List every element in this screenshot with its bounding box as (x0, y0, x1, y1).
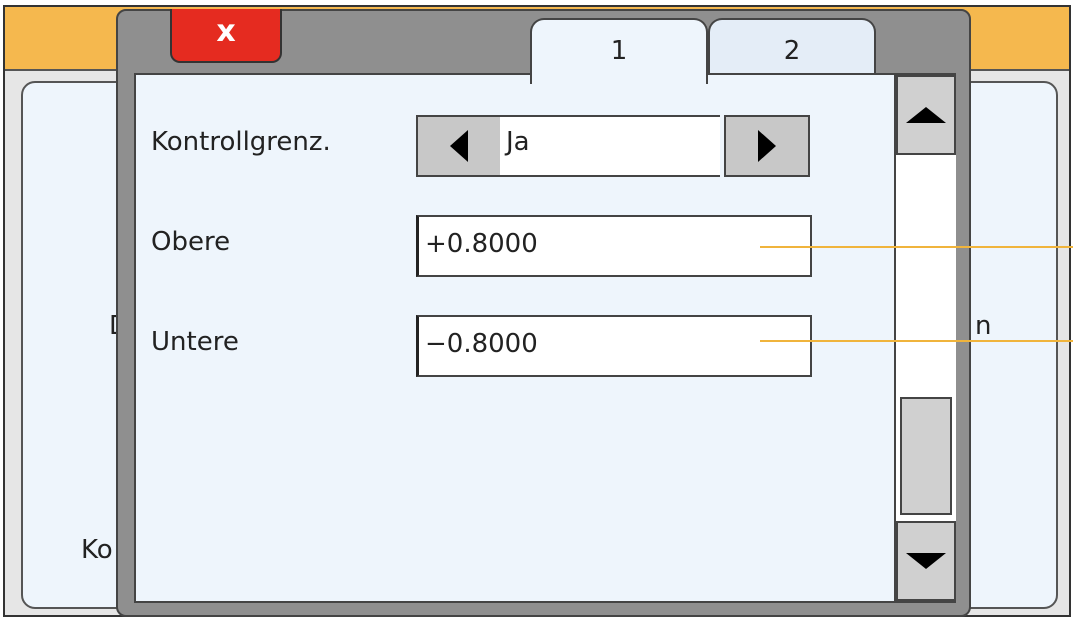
control-limits-value: Ja (500, 115, 720, 177)
background-partial-text-bottom: Ko (81, 535, 113, 565)
settings-dialog: x 1 2 Kontrollgrenz. Ja Obere +0.8000 Un… (116, 9, 971, 617)
triangle-up-icon (906, 107, 946, 123)
triangle-left-icon (450, 130, 468, 162)
control-limits-prev-button[interactable] (416, 115, 502, 177)
lower-limit-label: Untere (151, 327, 239, 357)
upper-limit-input[interactable]: +0.8000 (416, 215, 812, 277)
upper-limit-lead-line (760, 246, 1073, 248)
close-icon: x (216, 14, 236, 49)
lower-limit-lead-line (760, 340, 1073, 342)
background-partial-text-right: n (975, 311, 992, 341)
tab-1[interactable]: 1 (530, 18, 708, 84)
scroll-up-button[interactable] (896, 75, 956, 155)
triangle-down-icon (906, 553, 946, 569)
close-button[interactable]: x (170, 9, 282, 63)
scrollbar-thumb[interactable] (900, 397, 952, 515)
control-limits-label: Kontrollgrenz. (151, 127, 331, 157)
scroll-down-button[interactable] (896, 521, 956, 601)
upper-limit-label: Obere (151, 227, 231, 257)
dialog-content: Kontrollgrenz. Ja Obere +0.8000 Untere −… (134, 73, 956, 603)
vertical-scrollbar[interactable] (894, 75, 956, 601)
lower-limit-input[interactable]: −0.8000 (416, 315, 812, 377)
control-limits-next-button[interactable] (724, 115, 810, 177)
triangle-right-icon (758, 130, 776, 162)
